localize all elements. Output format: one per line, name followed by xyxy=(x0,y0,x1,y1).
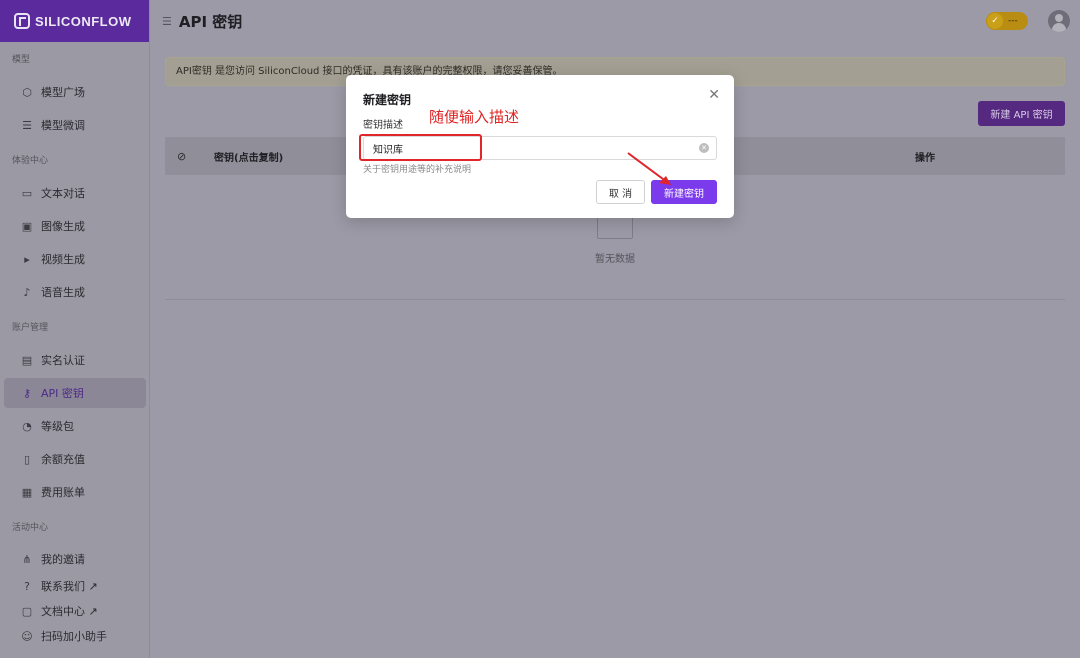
vip-badge[interactable]: ✓ --- xyxy=(986,12,1028,30)
key-description-label: 密钥描述 xyxy=(363,120,403,131)
section-label-models: 模型 xyxy=(12,55,31,65)
sidebar-item-invites[interactable]: ⋔ 我的邀请 xyxy=(4,544,146,574)
user-icon: ☺ xyxy=(21,629,33,643)
page-title: API 密钥 xyxy=(178,12,243,31)
sidebar-item-model-finetune[interactable]: ☰ 模型微调 xyxy=(4,110,146,140)
chat-icon: ▭ xyxy=(21,186,33,200)
section-label-activity: 活动中心 xyxy=(12,523,49,533)
annotation-highlight-box xyxy=(359,134,482,161)
eye-off-icon[interactable]: ⊘ xyxy=(177,150,186,163)
sidebar-item-label: 余额充值 xyxy=(41,453,85,466)
key-description-help: 关于密钥用途等的补充说明 xyxy=(363,165,472,175)
column-header-key: 密钥(点击复制) xyxy=(214,152,284,164)
sidebar-item-image-gen[interactable]: ▣ 图像生成 xyxy=(4,211,146,241)
mic-icon: ♪ xyxy=(23,285,31,299)
modal-title: 新建密钥 xyxy=(363,93,412,107)
sidebar-item-label: 等级包 xyxy=(41,420,74,433)
siliconflow-logo-icon xyxy=(14,13,30,29)
annotation-text: 随便输入描述 xyxy=(429,108,520,126)
sidebar-item-level-pack[interactable]: ◔ 等级包 xyxy=(4,411,146,441)
cube-icon: ⬡ xyxy=(22,85,32,99)
column-header-actions: 操作 xyxy=(915,152,935,164)
sidebar-item-label: 联系我们 ↗ xyxy=(41,580,98,593)
sidebar-item-label: 图像生成 xyxy=(41,220,85,233)
sidebar-item-bills[interactable]: ▦ 费用账单 xyxy=(4,477,146,507)
sidebar-item-label: 模型广场 xyxy=(41,86,85,99)
logo[interactable]: SILICONFLOW xyxy=(0,0,149,42)
help-icon: ? xyxy=(24,579,30,593)
section-label-experience: 体验中心 xyxy=(12,156,49,166)
id-card-icon: ▤ xyxy=(21,353,33,367)
sidebar-item-label: 文档中心 ↗ xyxy=(41,605,98,618)
new-api-key-button[interactable]: 新建 API 密钥 xyxy=(978,101,1065,126)
clear-input-icon[interactable]: ✕ xyxy=(699,143,709,153)
sidebar-item-label: 文本对话 xyxy=(41,187,85,200)
sidebar-item-label: API 密钥 xyxy=(41,387,84,400)
logo-text: SILICONFLOW xyxy=(35,13,132,29)
sidebar-item-real-name[interactable]: ▤ 实名认证 xyxy=(4,345,146,375)
sidebar-item-label: 视频生成 xyxy=(41,253,85,266)
sidebar-item-model-square[interactable]: ⬡ 模型广场 xyxy=(4,77,146,107)
empty-box-icon xyxy=(597,215,633,239)
wallet-icon: ▯ xyxy=(23,452,31,466)
sliders-icon: ☰ xyxy=(22,118,32,132)
annotation-arrow-icon xyxy=(627,152,671,185)
sidebar-item-text-chat[interactable]: ▭ 文本对话 xyxy=(4,178,146,208)
sidebar-item-assistant[interactable]: ☺ 扫码加小助手 xyxy=(4,621,146,651)
sidebar-item-label: 实名认证 xyxy=(41,354,85,367)
top-header: ☰ API 密钥 ✓ --- xyxy=(150,0,1080,42)
bill-icon: ▦ xyxy=(21,485,33,499)
key-icon: ⚷ xyxy=(22,386,32,400)
sidebar-item-video-gen[interactable]: ▸ 视频生成 xyxy=(4,244,146,274)
sidebar-item-label: 费用账单 xyxy=(41,486,85,499)
image-icon: ▣ xyxy=(21,219,33,233)
sidebar-item-label: 模型微调 xyxy=(41,119,85,132)
video-icon: ▸ xyxy=(24,252,30,266)
vip-text: --- xyxy=(1008,16,1018,26)
doc-icon: ▢ xyxy=(21,604,33,618)
menu-toggle-icon[interactable]: ☰ xyxy=(162,15,172,28)
empty-state-text: 暂无数据 xyxy=(595,254,635,265)
gauge-icon: ◔ xyxy=(22,419,32,433)
section-label-account: 账户管理 xyxy=(12,323,49,333)
sidebar-item-label: 我的邀请 xyxy=(41,553,85,566)
sidebar: SILICONFLOW 模型 ⬡ 模型广场 ☰ 模型微调 体验中心 ▭ 文本对话… xyxy=(0,0,150,658)
vip-shield-icon: ✓ xyxy=(987,13,1003,29)
avatar[interactable] xyxy=(1048,10,1070,32)
sidebar-item-recharge[interactable]: ▯ 余额充值 xyxy=(4,444,146,474)
sidebar-item-label: 扫码加小助手 xyxy=(41,630,107,643)
sidebar-item-label: 语音生成 xyxy=(41,286,85,299)
sidebar-item-api-key[interactable]: ⚷ API 密钥 xyxy=(4,378,146,408)
close-icon[interactable]: ✕ xyxy=(708,87,720,103)
share-icon: ⋔ xyxy=(22,552,32,566)
sidebar-item-voice-gen[interactable]: ♪ 语音生成 xyxy=(4,277,146,307)
